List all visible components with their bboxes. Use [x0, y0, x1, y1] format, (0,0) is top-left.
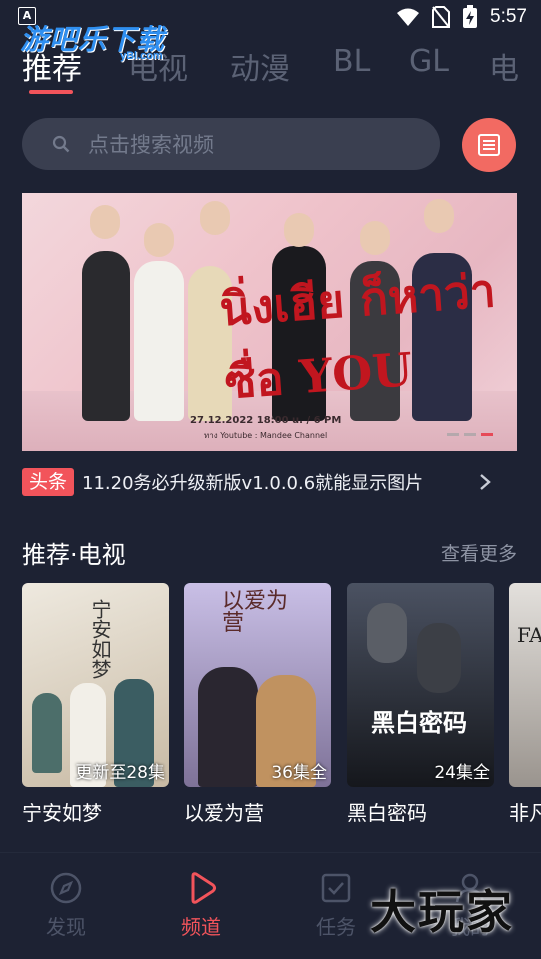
nav-label: 任务 — [316, 915, 356, 939]
search-icon — [52, 135, 70, 153]
headline-text: 11.20务必升级新版v1.0.0.6就能显示图片 — [82, 473, 424, 494]
carousel-indicator — [447, 433, 493, 436]
poster-text: 黑白密码 — [371, 708, 467, 737]
see-more-link[interactable]: 查看更多 — [441, 539, 517, 566]
video-title: 以爱为营 — [184, 801, 264, 825]
banner-channel: ทาง Youtube : Mandee Channel — [204, 431, 328, 440]
nav-label: 频道 — [181, 915, 221, 939]
video-card[interactable]: 宁安如梦 更新至28集 宁安如梦 — [22, 583, 169, 826]
corner-watermark-logo: 大玩家 — [370, 885, 514, 939]
clock: 5:57 — [490, 6, 527, 27]
nav-label: 发现 — [46, 915, 86, 939]
video-card[interactable]: 黑白密码 24集全 黑白密码 — [347, 583, 494, 826]
search-bar[interactable]: 点击搜索视频 — [22, 118, 440, 170]
carousel-dot — [464, 433, 476, 436]
poster-text: FA — [517, 623, 541, 647]
battery-charging-icon — [463, 5, 478, 28]
episode-badge: 36集全 — [271, 763, 327, 783]
tv-card-row: 宁安如梦 更新至28集 宁安如梦 以爱为营 36集全 以爱为营 黑白密码 24集… — [22, 583, 541, 828]
active-tab-indicator — [29, 90, 73, 94]
section-title: 推荐·电视 — [22, 541, 126, 569]
video-card[interactable]: 以爱为营 36集全 以爱为营 — [184, 583, 331, 826]
tab-anime[interactable]: 动漫 — [230, 44, 290, 88]
category-list-button[interactable] — [462, 118, 516, 172]
task-check-icon — [321, 873, 351, 903]
nav-tasks[interactable]: 任务 — [296, 871, 376, 940]
carousel-dot-active — [481, 433, 493, 436]
poster-text: 以爱为营 — [222, 589, 289, 636]
list-icon — [478, 134, 500, 156]
video-poster: 宁安如梦 更新至28集 — [22, 583, 169, 787]
video-title: 黑白密码 — [347, 801, 427, 825]
search-placeholder: 点击搜索视频 — [88, 133, 214, 157]
video-poster: 黑白密码 24集全 — [347, 583, 494, 787]
nav-discover[interactable]: 发现 — [26, 871, 106, 940]
compass-icon — [50, 872, 82, 904]
nav-channels[interactable]: 频道 — [161, 871, 241, 940]
play-icon — [191, 872, 216, 904]
banner-carousel[interactable]: นิ่งเฮีย ก็หาว่าซื่อ YOU 27.12.2022 18:0… — [22, 193, 517, 451]
video-title: 宁安如梦 — [22, 801, 102, 825]
wifi-icon — [397, 8, 420, 26]
video-poster: FA — [509, 583, 541, 787]
banner-date: 27.12.2022 18:00 u. / 6 PM — [190, 415, 342, 426]
status-icons: 5:57 — [396, 5, 527, 29]
watermark-url: yBl.com — [120, 50, 163, 62]
carousel-dot — [447, 433, 459, 436]
tab-bl[interactable]: BL — [333, 44, 370, 79]
episode-badge: 24集全 — [434, 763, 490, 783]
poster-text: 宁安如梦 — [88, 599, 112, 679]
episode-badge: 更新至28集 — [75, 763, 165, 783]
headline-ticker[interactable]: 头条 11.20务必升级新版v1.0.0.6就能显示图片 — [22, 467, 517, 497]
banner-title: นิ่งเฮีย ก็หาว่าซื่อ YOU — [217, 263, 498, 410]
chevron-right-icon — [480, 474, 491, 490]
video-poster: 以爱为营 36集全 — [184, 583, 331, 787]
video-card[interactable]: FA 非凡 — [509, 583, 541, 826]
headline-tag: 头条 — [22, 468, 75, 496]
no-sim-icon — [432, 6, 451, 28]
tab-movie[interactable]: 电 — [489, 44, 519, 88]
video-title: 非凡 — [509, 801, 541, 825]
tab-gl[interactable]: GL — [409, 44, 449, 79]
